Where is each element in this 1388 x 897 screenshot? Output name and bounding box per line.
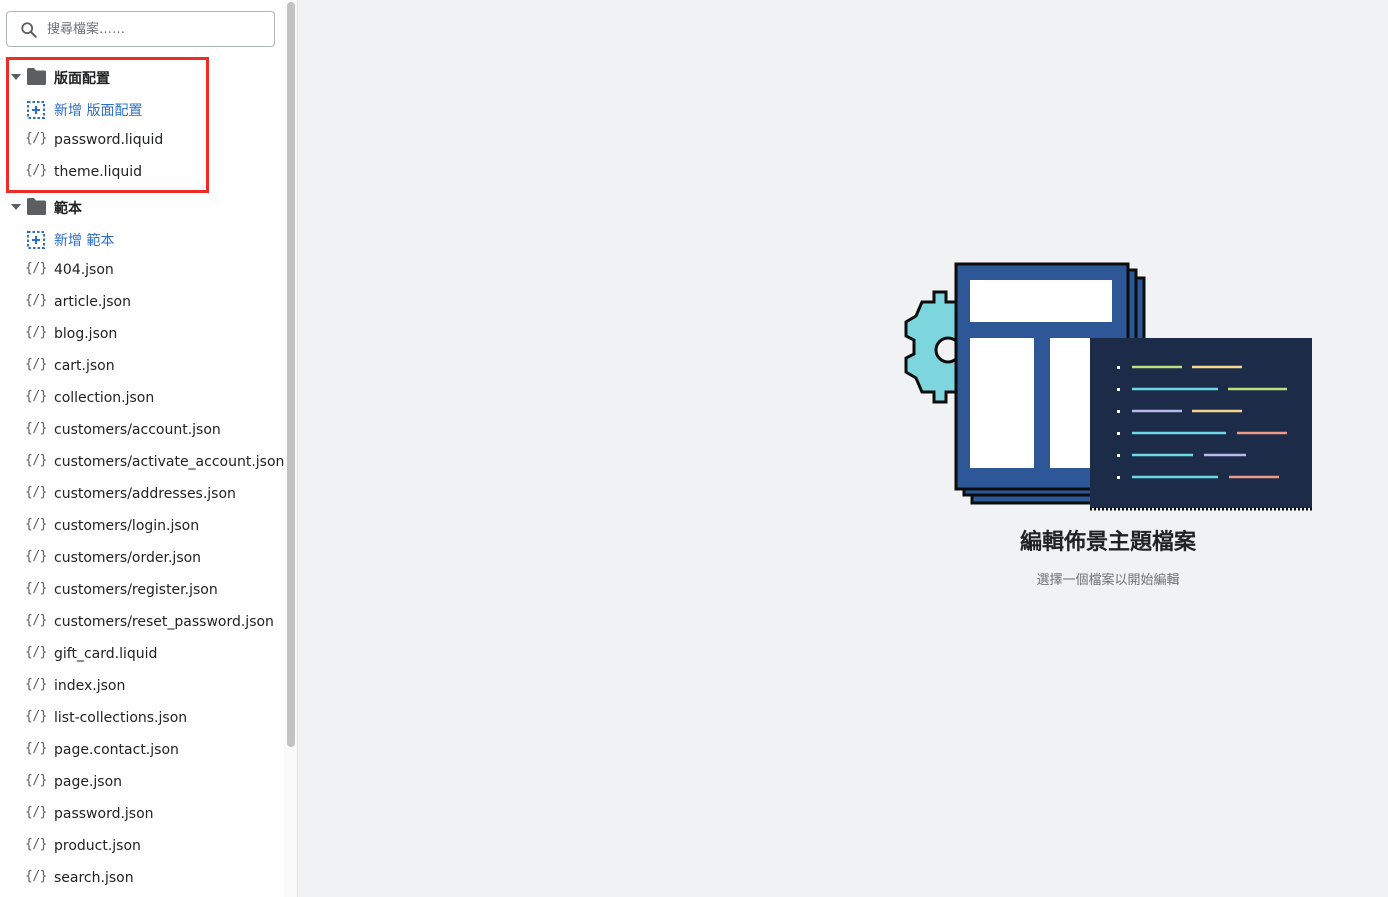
file-label: product.json [54,838,141,854]
code-file-icon: {/} [25,325,47,340]
file-label: 404.json [54,262,114,278]
code-file-icon: {/} [25,549,47,564]
file-label: cart.json [54,358,115,374]
code-file-icon: {/} [25,677,47,692]
file-label: page.contact.json [54,742,179,758]
file-label: blog.json [54,326,118,342]
caret-down-icon[interactable] [11,204,21,210]
file-label: article.json [54,294,131,310]
file-label: customers/account.json [54,422,221,438]
add-template-button[interactable]: 新增 範本 [0,224,284,256]
file-item[interactable]: {/} customers/login.json [0,512,284,544]
file-label: collection.json [54,390,155,406]
file-item[interactable]: {/} customers/reset_password.json [0,608,284,640]
code-file-icon: {/} [25,613,47,628]
code-panel [1090,338,1312,511]
code-file-icon: {/} [25,645,47,660]
highlight-annotation [6,57,209,193]
code-file-icon: {/} [25,773,47,788]
file-item[interactable]: {/} customers/order.json [0,544,284,576]
folder-templates[interactable]: 範本 [0,190,284,224]
search-box[interactable] [6,11,275,47]
file-label: customers/activate_account.json [54,454,284,470]
file-item[interactable]: {/} password.json [0,800,284,832]
file-item[interactable]: {/} customers/addresses.json [0,480,284,512]
folder-label: 範本 [54,201,82,217]
file-item[interactable]: {/} product.json [0,832,284,864]
code-file-icon: {/} [25,869,47,884]
file-item[interactable]: {/} cart.json [0,352,284,384]
code-file-icon: {/} [25,709,47,724]
file-label: password.json [54,806,154,822]
code-file-icon: {/} [25,357,47,372]
search-icon [21,22,37,38]
gear-icon [904,290,962,404]
empty-state-title: 編輯佈景主題檔案 [1019,530,1196,555]
file-label: list-collections.json [54,710,188,726]
file-item[interactable]: {/} article.json [0,288,284,320]
file-item[interactable]: {/} blog.json [0,320,284,352]
file-label: customers/login.json [54,518,200,534]
file-sidebar: 版面配置 新增 版面配置 {/}password.liquid{/}theme.… [0,0,284,897]
code-file-icon: {/} [25,485,47,500]
file-label: customers/register.json [54,582,218,598]
sidebar-scrollbar[interactable] [284,0,298,897]
file-label: page.json [54,774,123,790]
empty-state-subtitle: 選擇一個檔案以開始編輯 [1036,573,1180,588]
file-item[interactable]: {/} gift_card.liquid [0,640,284,672]
code-file-icon: {/} [25,517,47,532]
file-item[interactable]: {/} customers/activate_account.json [0,448,284,480]
code-file-icon: {/} [25,581,47,596]
code-file-icon: {/} [25,421,47,436]
file-item[interactable]: {/} search.json [0,864,284,896]
search-input[interactable] [47,12,267,46]
file-item[interactable]: {/} customers/register.json [0,576,284,608]
file-item[interactable]: {/} customers/account.json [0,416,284,448]
theme-editor-illustration [904,262,1312,511]
file-item[interactable]: {/} page.contact.json [0,736,284,768]
scrollbar-thumb[interactable] [287,2,295,747]
file-label: index.json [54,678,126,694]
file-label: customers/order.json [54,550,202,566]
file-item[interactable]: {/} index.json [0,672,284,704]
folder-icon [27,198,46,215]
code-file-icon: {/} [25,741,47,756]
file-label: gift_card.liquid [54,646,158,662]
code-file-icon: {/} [25,293,47,308]
file-label: customers/reset_password.json [54,614,274,630]
code-file-icon: {/} [25,261,47,276]
file-item[interactable]: {/} 404.json [0,256,284,288]
file-item[interactable]: {/} page.json [0,768,284,800]
code-file-icon: {/} [25,805,47,820]
code-file-icon: {/} [25,453,47,468]
code-file-icon: {/} [25,837,47,852]
add-template-label: 新增 範本 [54,233,115,249]
add-file-icon [27,231,45,249]
file-item[interactable]: {/} collection.json [0,384,284,416]
file-item[interactable]: {/} list-collections.json [0,704,284,736]
file-label: customers/addresses.json [54,486,236,502]
code-file-icon: {/} [25,389,47,404]
file-label: search.json [54,870,134,886]
